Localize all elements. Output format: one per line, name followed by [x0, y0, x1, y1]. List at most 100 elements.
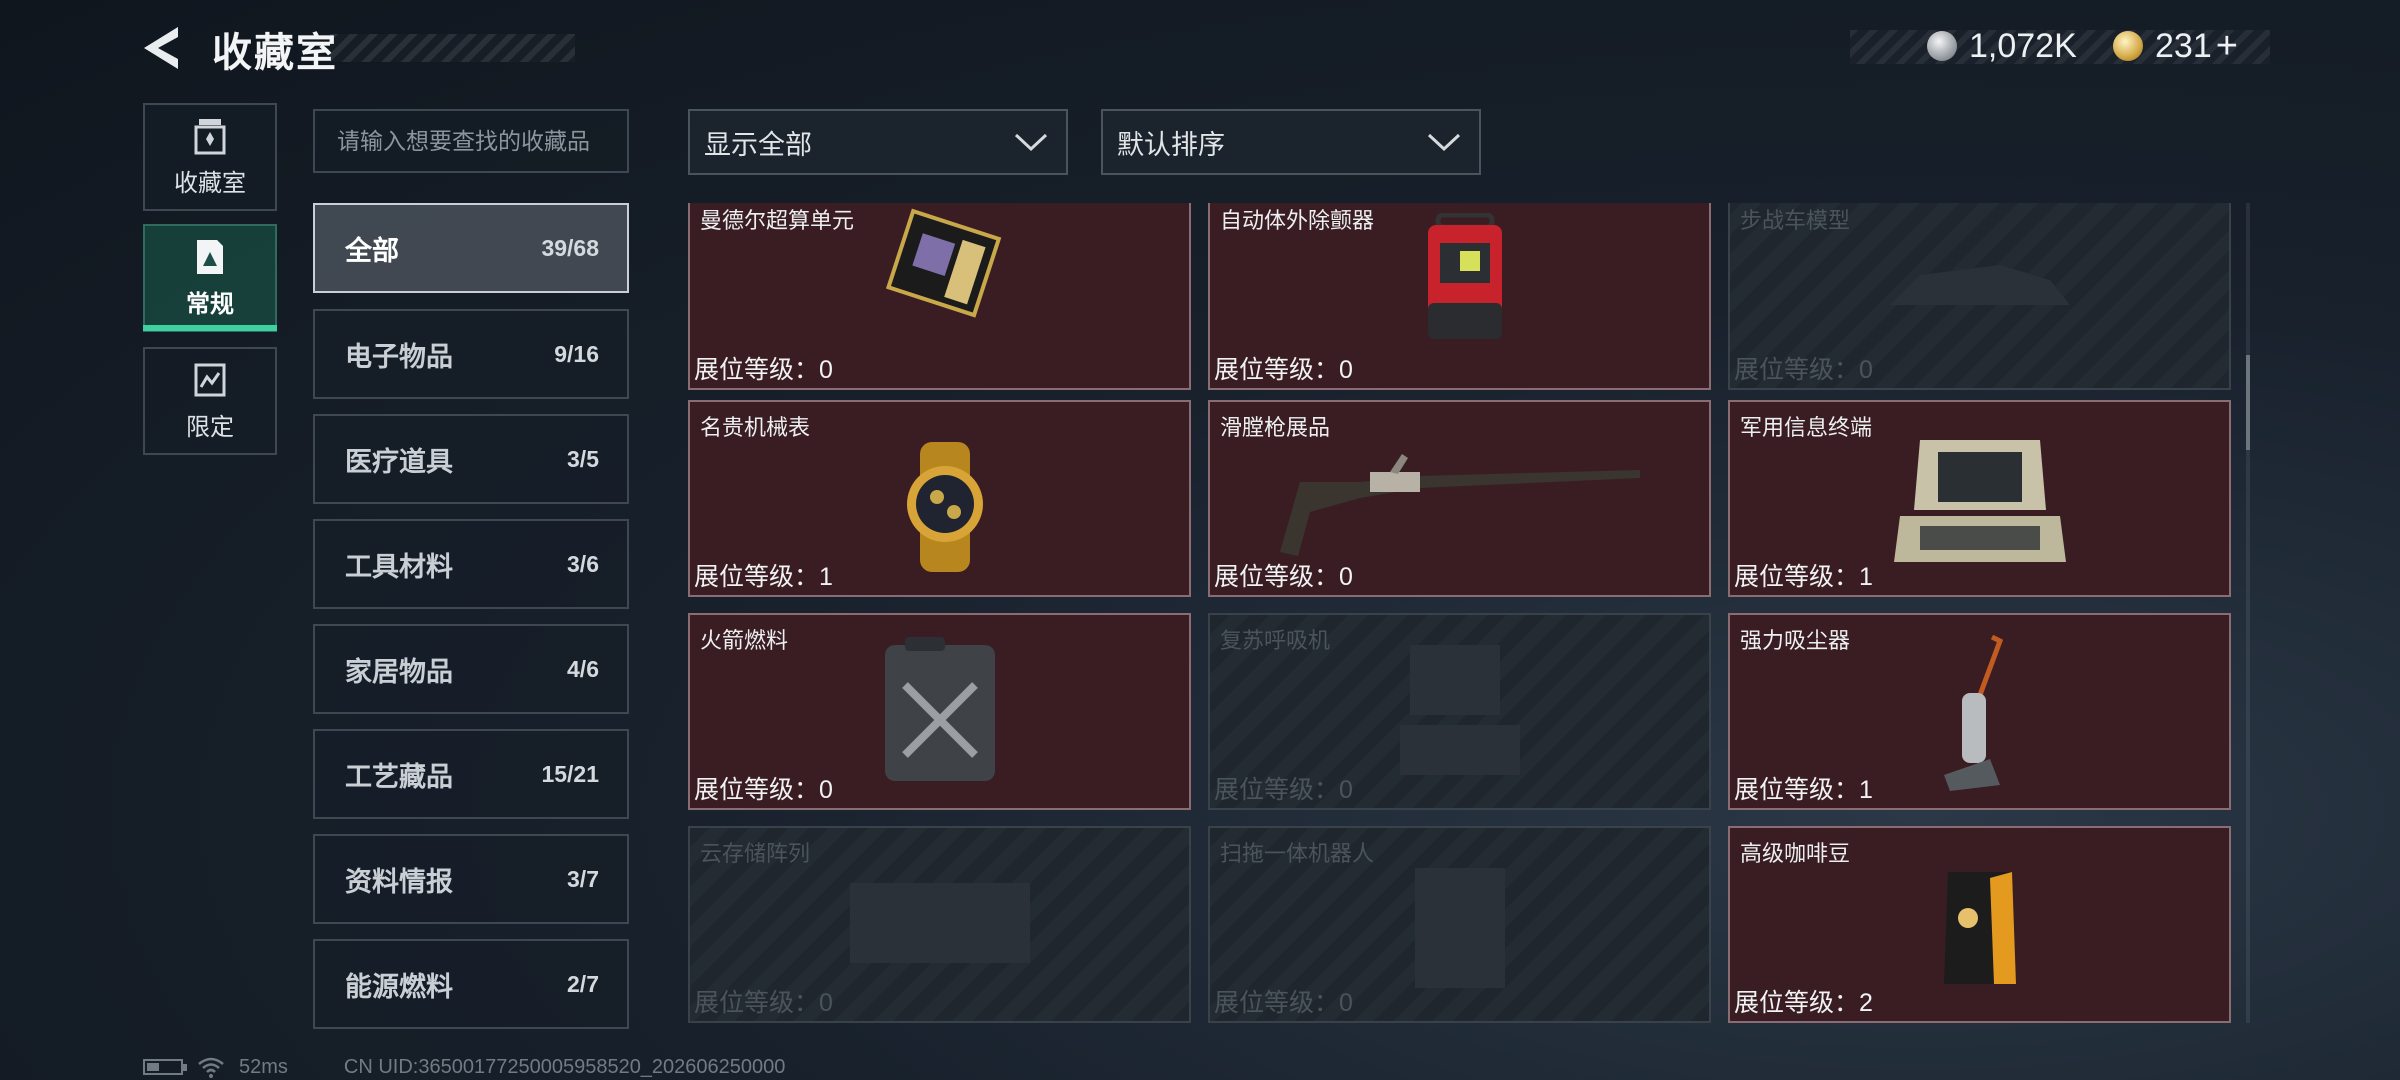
status-footer: 52ms CN UID:36500177250005958520_2026062… [143, 1054, 785, 1080]
collection-card[interactable]: 高级咖啡豆 展位等级：2 [1728, 826, 2231, 1023]
category-name: 医疗道具 [345, 446, 453, 477]
category-name: 工具材料 [345, 551, 453, 582]
regular-icon [197, 239, 223, 274]
item-name: 名贵机械表 [700, 415, 811, 440]
category-intel[interactable]: 资料情报 3/7 [313, 834, 629, 924]
item-name: 滑膛枪展品 [1220, 415, 1331, 440]
item-level: 展位等级：0 [1734, 356, 1873, 384]
category-count: 15/21 [541, 760, 599, 787]
collection-card[interactable]: 云存储阵列 展位等级：0 [688, 826, 1191, 1023]
item-level: 展位等级：2 [1734, 989, 1873, 1017]
item-level: 展位等级：0 [1214, 776, 1353, 804]
gold-coin-icon [2113, 31, 2143, 61]
category-count: 3/6 [567, 550, 599, 577]
category-electronics[interactable]: 电子物品 9/16 [313, 309, 629, 399]
item-name: 步战车模型 [1740, 208, 1851, 233]
collection-grid: 曼德尔超算单元 展位等级：0 自动体外除颤器 展位等级：0 步战车模型 展位等级… [688, 203, 2232, 1023]
coffee-bag-icon [1944, 872, 2016, 984]
limited-icon [194, 363, 226, 396]
musket-icon [1280, 454, 1640, 556]
nav-item-limited[interactable]: 限定 [143, 347, 277, 455]
collection-icon [194, 118, 226, 154]
chevron-down-icon [1427, 133, 1461, 152]
collection-card[interactable]: 扫拖一体机器人 展位等级：0 [1208, 826, 1711, 1023]
silver-currency-value: 1,072K [1969, 26, 2077, 65]
collection-card[interactable]: 强力吸尘器 展位等级：1 [1728, 613, 2231, 810]
item-level: 展位等级：0 [1214, 356, 1353, 384]
vehicle-model-icon [1890, 265, 2070, 305]
collection-card[interactable]: 复苏呼吸机 展位等级：0 [1208, 613, 1711, 810]
active-tab-indicator [143, 325, 277, 331]
item-level: 展位等级：0 [694, 356, 833, 384]
collection-card[interactable]: 步战车模型 展位等级：0 [1728, 203, 2231, 390]
gold-currency-value: 231 [2155, 26, 2212, 65]
item-level: 展位等级：0 [1214, 989, 1353, 1017]
nav-item-collection[interactable]: 收藏室 [143, 103, 277, 211]
item-name: 云存储阵列 [700, 841, 811, 866]
item-name: 自动体外除颤器 [1220, 208, 1375, 233]
item-name: 复苏呼吸机 [1220, 628, 1331, 653]
sort-dropdown[interactable]: 默认排序 [1101, 109, 1481, 175]
silver-coin-icon [1927, 31, 1957, 61]
grid-scroll-thumb[interactable] [2246, 355, 2250, 450]
item-name: 军用信息终端 [1740, 415, 1873, 440]
search-input[interactable] [313, 109, 629, 173]
nav-item-regular[interactable]: 常规 [143, 224, 277, 332]
grid-scrollbar[interactable] [2246, 203, 2250, 1023]
nav-item-label: 收藏室 [174, 169, 246, 197]
item-level: 展位等级：0 [694, 989, 833, 1017]
item-name: 火箭燃料 [700, 628, 789, 653]
item-level: 展位等级：1 [1734, 563, 1873, 591]
military-terminal-icon [1894, 440, 2066, 562]
category-name: 工艺藏品 [345, 761, 453, 792]
item-name: 强力吸尘器 [1740, 628, 1851, 653]
collection-card[interactable]: 曼德尔超算单元 展位等级：0 [688, 203, 1191, 390]
sort-value: 默认排序 [1117, 129, 1225, 160]
defibrillator-icon [1428, 213, 1502, 339]
collection-card[interactable]: 滑膛枪展品 展位等级：0 [1208, 400, 1711, 597]
item-level: 展位等级：1 [1734, 776, 1873, 804]
category-all[interactable]: 全部 39/68 [313, 203, 629, 293]
item-level: 展位等级：1 [694, 563, 833, 591]
category-count: 3/7 [567, 865, 599, 892]
item-name: 扫拖一体机器人 [1220, 841, 1375, 866]
display-filter-value: 显示全部 [704, 129, 812, 160]
category-count: 9/16 [554, 340, 599, 367]
display-filter-dropdown[interactable]: 显示全部 [688, 109, 1068, 175]
vacuum-icon [1944, 635, 2004, 791]
page-title: 收藏室 [212, 31, 338, 75]
category-count: 4/6 [567, 655, 599, 682]
category-count: 3/5 [567, 445, 599, 472]
uid-text: CN UID:36500177250005958520_202606250000 [343, 1055, 786, 1078]
robot-vacuum-icon [1415, 868, 1505, 988]
silver-currency: 1,072K [1927, 24, 2077, 68]
collection-card[interactable]: 军用信息终端 展位等级：1 [1728, 400, 2231, 597]
collection-card[interactable]: 火箭燃料 展位等级：0 [688, 613, 1191, 810]
back-arrow-icon[interactable] [140, 25, 184, 71]
category-name: 资料情报 [345, 866, 453, 897]
storage-array-icon [850, 883, 1030, 963]
item-level: 展位等级：0 [694, 776, 833, 804]
chevron-down-icon [1014, 133, 1048, 152]
category-energy[interactable]: 能源燃料 2/7 [313, 939, 629, 1029]
watch-icon [907, 442, 983, 572]
category-count: 2/7 [567, 970, 599, 997]
ping-value: 52ms [239, 1055, 288, 1078]
category-crafts[interactable]: 工艺藏品 15/21 [313, 729, 629, 819]
gold-currency[interactable]: 231 + [2113, 24, 2238, 68]
category-tools[interactable]: 工具材料 3/6 [313, 519, 629, 609]
category-count: 39/68 [541, 234, 599, 261]
category-medical[interactable]: 医疗道具 3/5 [313, 414, 629, 504]
item-name: 高级咖啡豆 [1740, 841, 1851, 866]
collection-card[interactable]: 自动体外除颤器 展位等级：0 [1208, 203, 1711, 390]
add-currency-button[interactable]: + [2216, 25, 2238, 68]
nav-item-label: 限定 [186, 413, 234, 441]
category-name: 电子物品 [345, 341, 453, 372]
fuel-can-icon [885, 637, 995, 781]
collection-card[interactable]: 名贵机械表 展位等级：1 [688, 400, 1191, 597]
battery-icon [143, 1059, 187, 1075]
category-name: 家居物品 [345, 656, 453, 687]
nav-item-label: 常规 [186, 290, 234, 318]
item-level: 展位等级：0 [1214, 563, 1353, 591]
category-household[interactable]: 家居物品 4/6 [313, 624, 629, 714]
